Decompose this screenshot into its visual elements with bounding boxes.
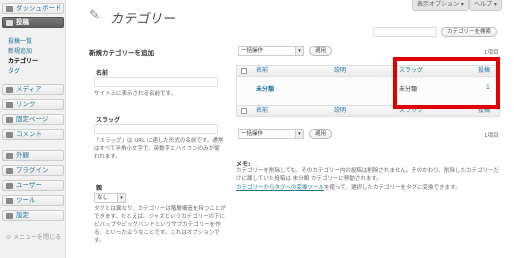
menu-tools[interactable]: ツール bbox=[2, 195, 64, 206]
apply-button-bottom[interactable]: 適用 bbox=[309, 129, 333, 139]
submenu-tags[interactable]: タグ bbox=[8, 66, 20, 75]
item-count-bottom: 1項目 bbox=[484, 133, 499, 139]
select-all-checkbox-footer[interactable] bbox=[241, 108, 247, 114]
screen-options-button[interactable]: 表示オプション ▾ bbox=[412, 0, 469, 11]
dashboard-icon bbox=[6, 6, 13, 12]
pin-icon bbox=[6, 20, 13, 26]
footer-column-description[interactable]: 説明 bbox=[334, 105, 346, 117]
media-icon bbox=[6, 87, 13, 93]
highlight-box bbox=[393, 57, 500, 109]
comment-icon bbox=[6, 132, 13, 138]
item-count-top: 1項目 bbox=[484, 50, 499, 56]
note-text: カテゴリーを削除しても、そのカテゴリー内の投稿は削除されません。そのかわり、削除… bbox=[236, 168, 500, 182]
settings-icon bbox=[6, 213, 13, 219]
page-title: カテゴリー bbox=[110, 12, 176, 27]
users-icon bbox=[6, 183, 13, 189]
bulk-actions-select-top[interactable]: 一括操作 ▾ bbox=[238, 46, 304, 56]
menu-dashboard[interactable]: ダッシュボード bbox=[2, 3, 64, 14]
footer-column-name[interactable]: 名前 bbox=[256, 105, 268, 117]
search-categories-button[interactable]: カテゴリーを検索 bbox=[441, 27, 498, 37]
slug-label: スラッグ bbox=[96, 117, 121, 124]
submenu-add-new[interactable]: 新規追加 bbox=[8, 46, 32, 55]
parent-description: タグとは異なり、カテゴリーは階層構造を持つことができます。たとえば、ジャズという… bbox=[94, 206, 226, 244]
menu-posts[interactable]: 投稿 bbox=[2, 17, 64, 28]
name-label: 名前 bbox=[96, 70, 109, 77]
chevron-down-icon: ▾ bbox=[295, 47, 303, 55]
pin-icon: ✎ bbox=[89, 8, 100, 23]
menu-plugins[interactable]: プラグイン bbox=[2, 165, 64, 176]
name-description: サイト上に表示される名前です。 bbox=[94, 91, 176, 97]
help-button[interactable]: ヘルプ ▾ bbox=[469, 0, 502, 11]
collapse-menu-button[interactable]: ⊙ メニューを閉じる bbox=[6, 232, 61, 241]
chevron-down-icon: ▾ bbox=[117, 194, 125, 202]
add-category-heading: 新規カテゴリーを追加 bbox=[89, 49, 154, 57]
menu-media[interactable]: メディア bbox=[2, 84, 64, 95]
column-description[interactable]: 説明 bbox=[334, 65, 346, 77]
menu-appearance[interactable]: 外観 bbox=[2, 150, 64, 161]
slug-description: 「スラッグ」は URL に適した形式の名前です。通常はすべて半角小文字で、英数字… bbox=[94, 138, 224, 160]
apply-button-top[interactable]: 適用 bbox=[309, 46, 333, 56]
submenu-all-posts[interactable]: 投稿一覧 bbox=[8, 36, 32, 45]
link-icon bbox=[6, 102, 13, 108]
chevron-down-icon: ▾ bbox=[295, 130, 303, 138]
name-input[interactable] bbox=[94, 77, 218, 87]
note-converter-line: カテゴリーからタグへの変換ツールを使って、選択したカテゴリーをタグに変換できます… bbox=[236, 185, 461, 191]
collapse-icon: ⊙ bbox=[6, 234, 13, 241]
submenu-categories[interactable]: カテゴリー bbox=[8, 56, 38, 65]
menu-users[interactable]: ユーザー bbox=[2, 180, 64, 191]
bulk-actions-select-bottom[interactable]: 一括操作 ▾ bbox=[238, 129, 304, 139]
menu-comments[interactable]: コメント bbox=[2, 129, 64, 140]
select-all-checkbox[interactable] bbox=[241, 68, 247, 74]
plugin-icon bbox=[6, 168, 13, 174]
parent-label: 親 bbox=[96, 185, 103, 192]
parent-select[interactable]: なし ▾ bbox=[94, 193, 126, 203]
appearance-icon bbox=[6, 153, 13, 159]
category-name-link[interactable]: 未分類 bbox=[256, 84, 274, 93]
menu-pages[interactable]: 固定ページ bbox=[2, 114, 64, 125]
tools-icon bbox=[6, 198, 13, 204]
category-tag-converter-link[interactable]: カテゴリーからタグへの変換ツール bbox=[236, 185, 324, 191]
admin-sidebar: ダッシュボード 投稿 投稿一覧 新規追加 カテゴリー タグ メディア リンク 固… bbox=[0, 0, 66, 258]
search-input[interactable] bbox=[373, 27, 437, 37]
menu-links[interactable]: リンク bbox=[2, 99, 64, 110]
column-name[interactable]: 名前 bbox=[256, 65, 268, 77]
menu-settings[interactable]: 設定 bbox=[2, 210, 64, 221]
slug-input[interactable] bbox=[94, 124, 218, 134]
page-icon bbox=[6, 117, 13, 123]
